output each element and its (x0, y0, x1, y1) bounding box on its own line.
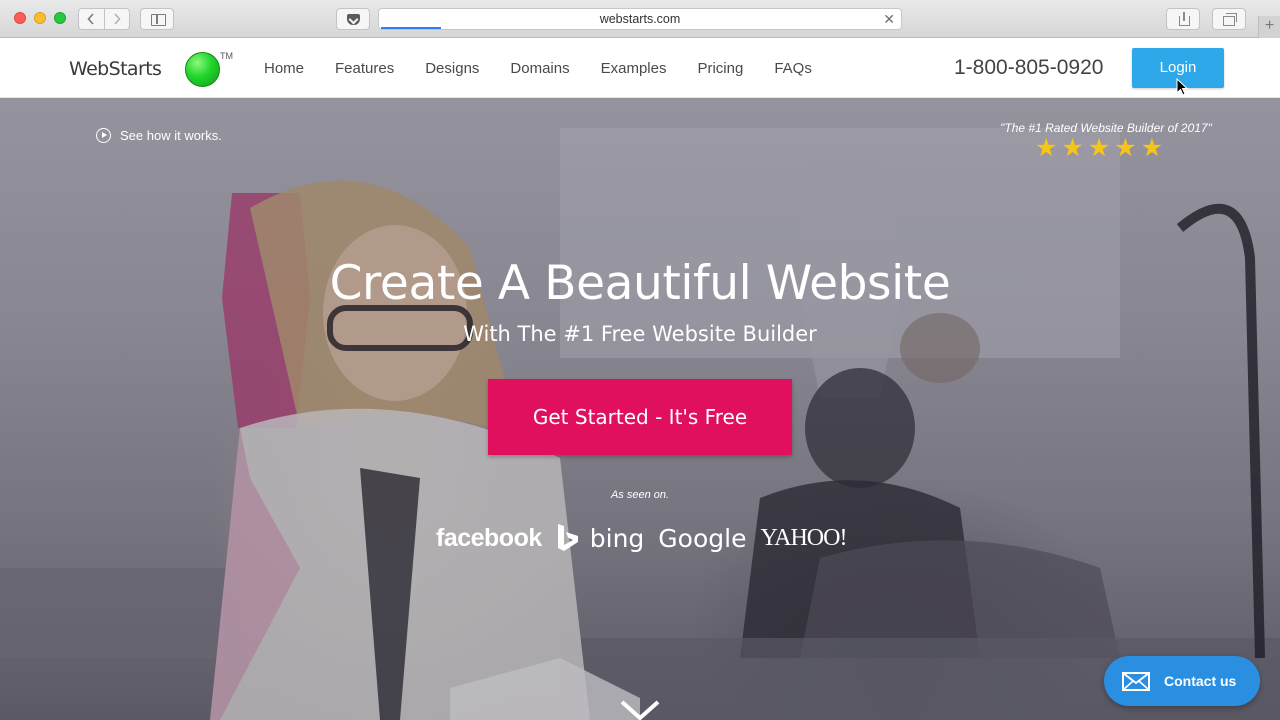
get-started-button[interactable]: Get Started - It's Free (488, 379, 792, 455)
logo-ball-icon (185, 52, 220, 87)
nav-designs[interactable]: Designs (425, 60, 479, 77)
logo-trademark: TM (220, 51, 233, 61)
main-nav: Home Features Designs Domains Examples P… (264, 39, 843, 98)
bing-wordmark: bing (589, 523, 645, 553)
contact-us-label: Contact us (1164, 673, 1237, 689)
star-icon: ★ (1035, 134, 1058, 162)
nav-domains[interactable]: Domains (510, 60, 569, 77)
url-text: webstarts.com (599, 12, 681, 26)
star-icon: ★ (1140, 134, 1164, 162)
hero-subtitle: With The #1 Free Website Builder (463, 322, 817, 346)
chevron-left-icon (87, 13, 94, 25)
close-window-button[interactable] (14, 12, 26, 24)
press-logos: facebook bing Google YAHOO! (436, 518, 847, 558)
pocket-button[interactable] (336, 8, 370, 30)
mail-icon (1122, 671, 1150, 691)
close-icon[interactable]: ✕ (883, 9, 895, 29)
hero-title: Create A Beautiful Website (329, 256, 951, 311)
history-buttons (78, 8, 130, 30)
hero-section: See how it works. "The #1 Rated Website … (0, 98, 1280, 720)
facebook-logo: facebook (436, 523, 542, 552)
address-bar[interactable]: webstarts.com ✕ (378, 8, 902, 30)
star-icon: ★ (1114, 134, 1137, 162)
new-tab-button[interactable]: + (1258, 16, 1280, 38)
rating-quote: "The #1 Rated Website Builder of 2017" (1000, 121, 1212, 135)
star-icon: ★ (1061, 134, 1084, 162)
browser-toolbar: webstarts.com ✕ + (0, 0, 1280, 38)
yahoo-logo: YAHOO! (760, 524, 847, 551)
nav-examples[interactable]: Examples (601, 60, 667, 77)
forward-button[interactable] (105, 9, 130, 29)
zoom-window-button[interactable] (54, 12, 66, 24)
nav-home[interactable]: Home (264, 60, 304, 77)
bing-logo: bing (556, 523, 645, 553)
bing-icon (557, 524, 578, 551)
as-seen-on-label: As seen on. (610, 489, 670, 501)
star-icon: ★ (1087, 134, 1111, 162)
logo-text: WebStarts (69, 58, 162, 80)
sidebar-toggle-button[interactable] (140, 8, 174, 30)
contact-us-button[interactable]: Contact us (1104, 656, 1260, 706)
phone-number[interactable]: 1-800-805-0920 (954, 56, 1103, 80)
scroll-down-chevron-icon[interactable] (619, 698, 661, 720)
rating-stars: ★ ★ ★ ★ ★ (1035, 136, 1167, 161)
share-button[interactable] (1166, 8, 1200, 30)
show-tabs-button[interactable] (1212, 8, 1246, 30)
minimize-window-button[interactable] (34, 12, 46, 24)
pocket-icon (346, 13, 360, 25)
back-button[interactable] (79, 9, 105, 29)
google-logo: Google (658, 523, 747, 553)
page-load-progress (381, 27, 441, 29)
site-header: WebStarts TM Home Features Designs Domai… (0, 39, 1280, 98)
nav-pricing[interactable]: Pricing (697, 60, 743, 77)
see-how-label: See how it works. (120, 128, 222, 143)
chevron-right-icon (114, 13, 121, 25)
play-circle-icon (96, 128, 111, 143)
mouse-cursor-icon (1176, 78, 1188, 96)
see-how-it-works-link[interactable]: See how it works. (96, 128, 222, 143)
nav-faqs[interactable]: FAQs (774, 60, 812, 77)
nav-features[interactable]: Features (335, 60, 394, 77)
